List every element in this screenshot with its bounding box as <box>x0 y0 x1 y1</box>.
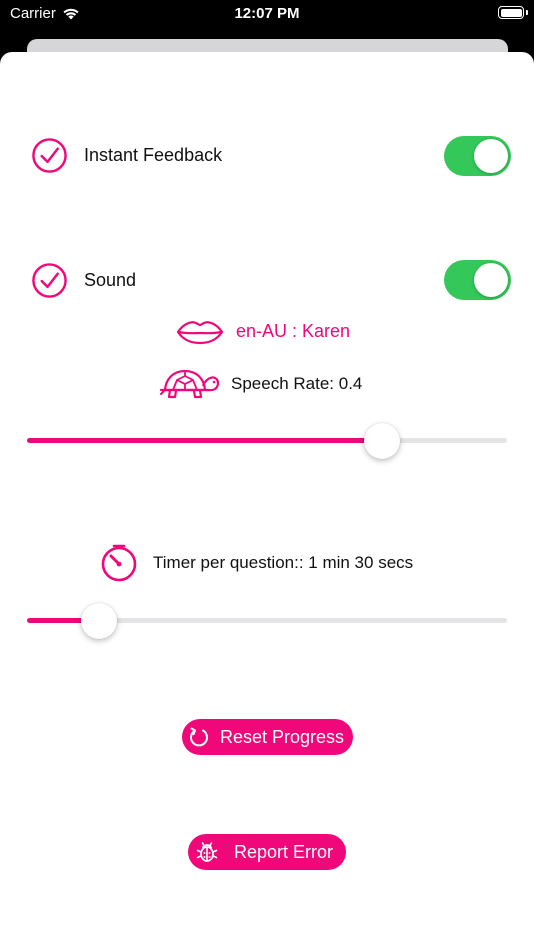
report-error-button[interactable]: Report Error <box>188 834 346 870</box>
sound-row: Sound <box>0 259 534 303</box>
speech-rate-slider-thumb[interactable] <box>364 423 400 459</box>
battery-icon <box>498 6 524 19</box>
timer-slider-thumb[interactable] <box>81 603 117 639</box>
speech-rate-slider[interactable] <box>27 419 507 463</box>
bug-icon <box>196 842 218 862</box>
timer-label: Timer per question:: 1 min 30 secs <box>153 553 414 572</box>
settings-sheet: Instant Feedback Sound en-AU : Karen Spe… <box>0 52 534 950</box>
lips-icon <box>176 321 224 345</box>
timer-row: Timer per question:: 1 min 30 secs <box>0 543 534 583</box>
voice-row: en-AU : Karen <box>0 317 534 349</box>
sound-toggle[interactable] <box>444 260 511 300</box>
toggle-knob <box>474 139 508 173</box>
refresh-icon <box>190 727 208 747</box>
checkmark-circle-icon <box>32 138 67 173</box>
battery-level <box>500 8 522 17</box>
stopwatch-icon <box>101 544 137 582</box>
toggle-knob <box>474 263 508 297</box>
clock: 12:07 PM <box>234 5 300 22</box>
timer-slider[interactable] <box>27 599 507 643</box>
battery-cap <box>526 10 528 15</box>
checkmark-circle-icon <box>32 263 67 298</box>
voice-selector[interactable]: en-AU : Karen <box>236 321 350 342</box>
speech-rate-label: Speech Rate: 0.4 <box>231 374 363 393</box>
report-error-label: Report Error <box>234 841 334 862</box>
sound-label: Sound <box>84 270 137 290</box>
status-bar: Carrier 12:07 PM <box>0 0 534 30</box>
instant-feedback-toggle[interactable] <box>444 136 511 176</box>
speech-rate-row: Speech Rate: 0.4 <box>0 366 534 402</box>
turtle-icon <box>159 369 220 399</box>
slider-fill <box>27 438 382 443</box>
instant-feedback-row: Instant Feedback <box>0 134 534 178</box>
reset-progress-label: Reset Progress <box>220 726 345 747</box>
screen: Carrier 12:07 PM Instant Feedback Sound … <box>0 0 534 950</box>
instant-feedback-label: Instant Feedback <box>84 145 223 165</box>
reset-progress-button[interactable]: Reset Progress <box>182 719 353 755</box>
